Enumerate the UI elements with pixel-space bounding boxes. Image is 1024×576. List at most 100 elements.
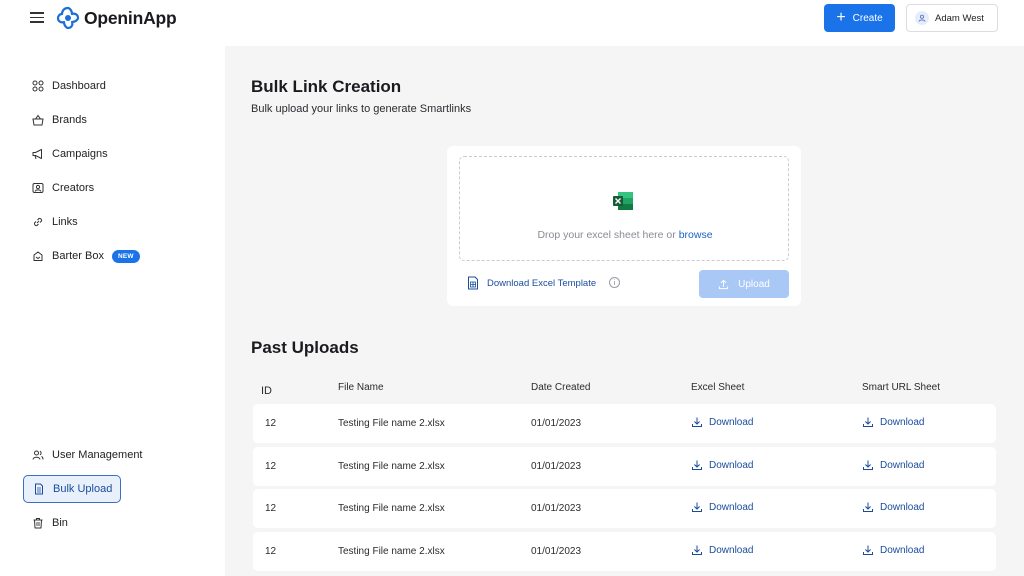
app-name: OpeninApp [84, 8, 177, 29]
excel-download-link[interactable]: Download [691, 416, 753, 428]
row-id: 12 [265, 546, 276, 557]
sidebar-item-label: Links [52, 216, 78, 228]
column-header-excel-sheet: Excel Sheet [691, 382, 744, 393]
page-subtitle: Bulk upload your links to generate Smart… [251, 103, 471, 115]
download-label: Download [709, 502, 753, 513]
grid-icon [31, 80, 44, 93]
new-badge: NEW [112, 250, 140, 263]
sidebar: Dashboard Brands Campaigns Creators Link… [0, 46, 225, 576]
sidebar-item-label: User Management [52, 449, 143, 461]
column-header-smart-url-sheet: Smart URL Sheet [862, 382, 940, 393]
upload-icon [718, 279, 729, 290]
upload-label: Upload [738, 279, 770, 290]
dropzone-text: Drop your excel sheet here or browse [460, 229, 790, 241]
row-date-created: 01/01/2023 [531, 503, 581, 514]
main-content: Bulk Link Creation Bulk upload your link… [225, 46, 1024, 576]
table-row: 12 Testing File name 2.xlsx 01/01/2023 Down… [253, 447, 996, 486]
sidebar-item-label: Dashboard [52, 80, 106, 92]
excel-icon [612, 191, 634, 211]
dropzone[interactable]: Drop your excel sheet here or browse [459, 156, 789, 261]
row-file-name: Testing File name 2.xlsx [338, 546, 445, 557]
row-id: 12 [265, 418, 276, 429]
download-label: Download [709, 545, 753, 556]
table-row: 12 Testing File name 2.xlsx 01/01/2023 Down… [253, 404, 996, 443]
smart-url-download-link[interactable]: Download [862, 544, 924, 556]
sidebar-item-dashboard[interactable]: Dashboard [23, 72, 121, 100]
sidebar-item-campaigns[interactable]: Campaigns [23, 140, 121, 168]
table-row: 12 Testing File name 2.xlsx 01/01/2023 Down… [253, 532, 996, 571]
sidebar-item-bin[interactable]: Bin [23, 509, 121, 537]
download-template-link[interactable]: Download Excel Template [467, 276, 596, 290]
users-icon [31, 449, 44, 462]
table-row: 12 Testing File name 2.xlsx 01/01/2023 Down… [253, 489, 996, 528]
upload-button[interactable]: Upload [699, 270, 789, 298]
trash-icon [31, 517, 44, 530]
row-id: 12 [265, 503, 276, 514]
user-icon [915, 11, 929, 25]
page-title: Bulk Link Creation [251, 77, 401, 97]
user-name: Adam West [935, 13, 984, 24]
download-icon [691, 544, 703, 556]
sidebar-item-bulk-upload[interactable]: Bulk Upload [23, 475, 121, 503]
app-logo[interactable]: OpeninApp [56, 6, 177, 30]
smart-url-download-link[interactable]: Download [862, 501, 924, 513]
download-label: Download [880, 545, 924, 556]
excel-download-link[interactable]: Download [691, 459, 753, 471]
row-date-created: 01/01/2023 [531, 418, 581, 429]
row-id: 12 [265, 461, 276, 472]
sidebar-item-label: Creators [52, 182, 94, 194]
sidebar-item-label: Brands [52, 114, 87, 126]
dropzone-prompt: Drop your excel sheet here or [537, 229, 678, 241]
sidebar-item-label: Bin [52, 517, 68, 529]
create-button[interactable]: + Create [824, 4, 895, 32]
sidebar-item-user-management[interactable]: User Management [23, 441, 153, 469]
table-header: ID File Name Date Created Excel Sheet Sm… [253, 376, 996, 400]
menu-icon[interactable] [30, 12, 44, 24]
sidebar-item-label: Bulk Upload [53, 483, 112, 495]
sidebar-item-label: Campaigns [52, 148, 108, 160]
browse-link[interactable]: browse [679, 229, 713, 241]
upload-card: Drop your excel sheet here or browse Dow… [447, 146, 801, 306]
download-label: Download [880, 460, 924, 471]
download-icon [862, 459, 874, 471]
user-card-icon [31, 182, 44, 195]
download-label: Download [709, 460, 753, 471]
sidebar-item-brands[interactable]: Brands [23, 106, 121, 134]
spreadsheet-icon [467, 276, 479, 290]
excel-download-link[interactable]: Download [691, 544, 753, 556]
sidebar-item-links[interactable]: Links [23, 208, 121, 236]
download-icon [691, 459, 703, 471]
sidebar-item-creators[interactable]: Creators [23, 174, 121, 202]
logo-icon [56, 6, 80, 30]
user-menu-button[interactable]: Adam West [906, 4, 998, 32]
sidebar-item-barter-box[interactable]: Barter Box NEW [23, 242, 153, 270]
plus-icon: + [836, 10, 845, 26]
download-icon [862, 501, 874, 513]
smart-url-download-link[interactable]: Download [862, 416, 924, 428]
column-header-id: ID [261, 385, 272, 397]
row-file-name: Testing File name 2.xlsx [338, 461, 445, 472]
smart-url-download-link[interactable]: Download [862, 459, 924, 471]
column-header-file-name: File Name [338, 382, 384, 393]
row-file-name: Testing File name 2.xlsx [338, 503, 445, 514]
megaphone-icon [31, 148, 44, 161]
past-uploads-title: Past Uploads [251, 338, 359, 358]
row-date-created: 01/01/2023 [531, 546, 581, 557]
file-upload-icon [32, 483, 45, 496]
download-icon [862, 544, 874, 556]
template-link-label: Download Excel Template [487, 278, 596, 289]
column-header-date-created: Date Created [531, 382, 590, 393]
create-label: Create [853, 13, 883, 24]
download-icon [691, 416, 703, 428]
row-date-created: 01/01/2023 [531, 461, 581, 472]
link-icon [31, 216, 44, 229]
top-bar: OpeninApp + Create Adam West [0, 0, 1024, 46]
excel-download-link[interactable]: Download [691, 501, 753, 513]
download-label: Download [880, 502, 924, 513]
basket-icon [31, 114, 44, 127]
row-file-name: Testing File name 2.xlsx [338, 418, 445, 429]
download-icon [691, 501, 703, 513]
gift-icon [31, 250, 44, 263]
download-label: Download [880, 417, 924, 428]
info-icon[interactable]: i [609, 277, 620, 288]
